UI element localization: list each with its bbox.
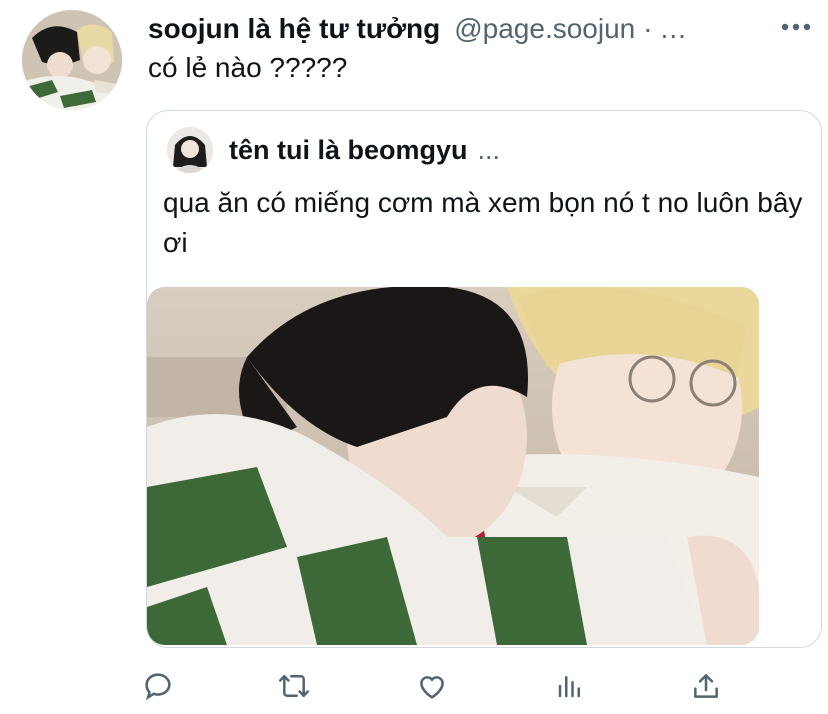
reply-icon	[145, 673, 171, 701]
views-button[interactable]	[550, 666, 590, 706]
quoted-author-name-row: tên tui là beomgyu...	[229, 135, 500, 166]
tweet-text: có lẻ nào ?????	[148, 52, 348, 83]
retweet-button[interactable]	[274, 666, 314, 706]
quoted-author-avatar	[167, 127, 213, 173]
header-separator: ·	[643, 13, 653, 44]
author-avatar[interactable]	[22, 10, 122, 110]
quoted-author-display-name[interactable]: tên tui là beomgyu	[229, 135, 468, 165]
quoted-tweet[interactable]: tên tui là beomgyu... qua ăn có miếng cơ…	[146, 110, 822, 648]
quoted-tweet-text: qua ăn có miếng cơm mà xem bọn nó t no l…	[163, 187, 803, 258]
more-options-button[interactable]	[774, 12, 818, 42]
retweet-icon	[278, 675, 310, 697]
like-button[interactable]	[412, 666, 452, 706]
quoted-header-truncation: ...	[477, 135, 501, 165]
share-button[interactable]	[686, 666, 726, 706]
share-icon	[694, 674, 718, 698]
author-handle[interactable]: @page.soojun	[454, 13, 635, 45]
analytics-icon	[558, 676, 580, 698]
author-display-name[interactable]: soojun là hệ tư tưởng	[148, 13, 440, 45]
heart-icon	[420, 676, 444, 699]
reply-button[interactable]	[138, 666, 178, 706]
tweet-action-bar	[0, 660, 828, 710]
tweet-header: soojun là hệ tư tưởng @page.soojun · ...	[148, 8, 814, 50]
more-dots-icon	[781, 23, 811, 31]
header-truncation: ...	[660, 13, 687, 44]
quoted-media-image[interactable]	[147, 287, 759, 645]
